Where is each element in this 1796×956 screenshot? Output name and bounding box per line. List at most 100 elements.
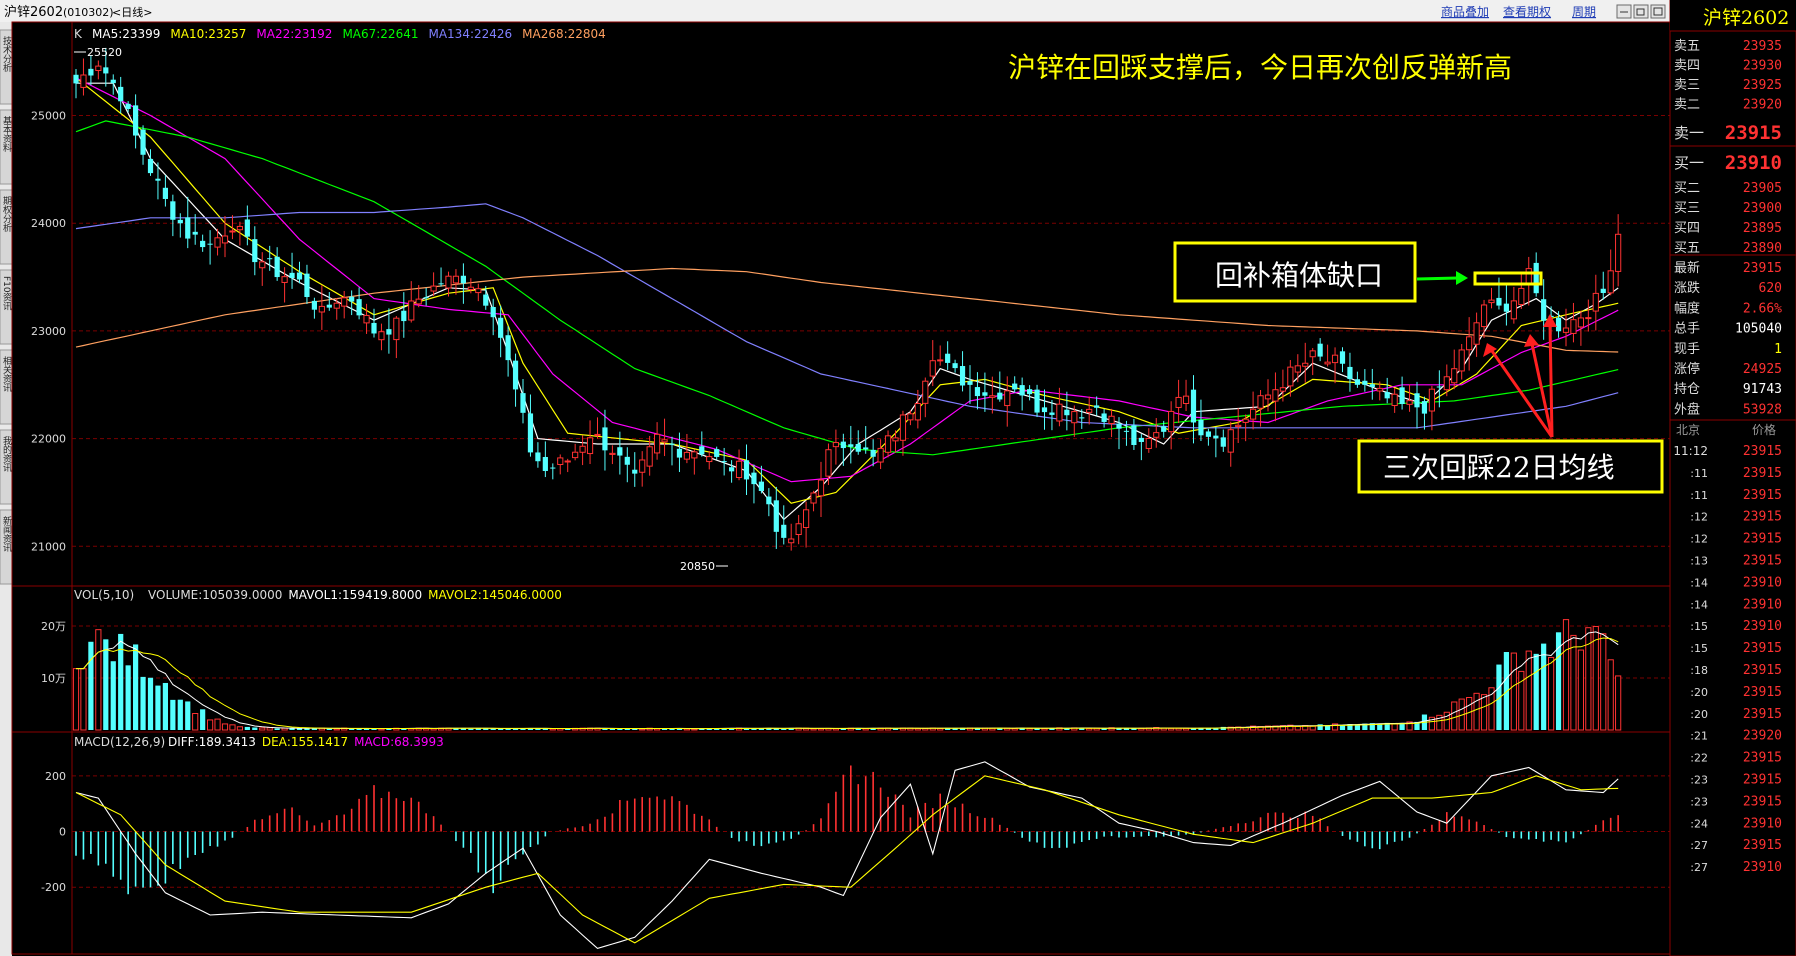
tick-price: 23910 bbox=[1743, 597, 1782, 612]
volume-legend-name: VOLUME bbox=[148, 588, 198, 602]
candle-body bbox=[147, 158, 154, 174]
candle-body bbox=[1496, 297, 1502, 306]
left-tab-label[interactable]: 新闻资讯 bbox=[1, 515, 12, 553]
ask-price: 23925 bbox=[1743, 78, 1782, 93]
volume-bar bbox=[326, 728, 332, 730]
volume-bar bbox=[274, 728, 280, 730]
candle-body bbox=[1198, 419, 1204, 436]
left-tab-label[interactable]: 相关资讯 bbox=[1, 355, 12, 393]
candle-body bbox=[1347, 366, 1353, 380]
view-options-button[interactable]: 查看期权 bbox=[1503, 5, 1551, 19]
macd-legend-value: 155.1417 bbox=[291, 735, 348, 749]
left-tab-label[interactable]: 技术分析 bbox=[1, 35, 12, 73]
tick-price: 23910 bbox=[1743, 816, 1782, 831]
ticks-price-header: 价格 bbox=[1752, 422, 1776, 437]
candle-body bbox=[505, 335, 511, 361]
tick-time: :20 bbox=[1690, 708, 1708, 721]
candle-body bbox=[907, 413, 914, 421]
candle-body bbox=[952, 363, 958, 369]
candle-body bbox=[773, 500, 779, 532]
left-tab-label[interactable]: 基本资料 bbox=[1, 115, 12, 153]
candle-body bbox=[1205, 431, 1211, 437]
candle-body bbox=[483, 294, 489, 306]
candle-body bbox=[267, 258, 273, 260]
maximize-icon[interactable] bbox=[1650, 4, 1666, 19]
candle-body bbox=[729, 467, 735, 472]
left-tab-label[interactable]: 期权分析 bbox=[1, 196, 12, 233]
tick-price: 23915 bbox=[1743, 751, 1782, 766]
candle-body bbox=[1309, 350, 1316, 358]
volume-bar bbox=[1451, 701, 1458, 731]
volume-bar bbox=[1533, 653, 1539, 730]
ask-price: 23930 bbox=[1743, 59, 1782, 74]
candle-body bbox=[743, 460, 750, 480]
candle-body bbox=[1294, 365, 1301, 373]
candle-body bbox=[1421, 401, 1428, 414]
legend-ma67-name: MA67 bbox=[342, 27, 376, 41]
candle-body bbox=[80, 74, 87, 88]
stat-value: 620 bbox=[1759, 281, 1782, 296]
candle-body bbox=[1592, 292, 1599, 312]
candle-body bbox=[140, 129, 146, 155]
macd-legend-value: 189.3413 bbox=[199, 735, 256, 749]
candle-body bbox=[192, 231, 198, 235]
bid-label: 买二 bbox=[1674, 181, 1700, 196]
candle-body bbox=[281, 276, 288, 283]
left-tab-label[interactable]: F10资讯 bbox=[1, 276, 12, 312]
candle-body bbox=[542, 456, 548, 471]
candle-body bbox=[1034, 389, 1040, 413]
restore-icon[interactable] bbox=[1633, 4, 1649, 19]
candle-body bbox=[363, 314, 370, 324]
candle-body bbox=[452, 275, 460, 284]
volume-bar bbox=[236, 726, 244, 731]
overlay-commodity-button[interactable]: 商品叠加 bbox=[1441, 4, 1489, 19]
candle-body bbox=[1443, 376, 1450, 391]
volume-bar bbox=[1480, 694, 1488, 731]
candle-body bbox=[1324, 361, 1331, 365]
volume-bar bbox=[103, 639, 109, 730]
window-controls[interactable] bbox=[1616, 4, 1666, 19]
volume-bar bbox=[177, 699, 183, 730]
candle-body bbox=[594, 433, 601, 436]
candle-body bbox=[922, 380, 929, 404]
candle-body bbox=[892, 437, 899, 442]
tick-time: :23 bbox=[1690, 774, 1708, 787]
candle-body bbox=[863, 447, 869, 450]
candle-body bbox=[535, 452, 541, 462]
tick-time: :11 bbox=[1690, 467, 1708, 480]
tick-price: 23910 bbox=[1743, 860, 1782, 875]
bid-price: 23895 bbox=[1743, 221, 1782, 236]
candle-body bbox=[371, 322, 377, 334]
candle-body bbox=[1094, 405, 1100, 408]
candle-body bbox=[699, 446, 705, 455]
candle-body bbox=[1019, 385, 1025, 396]
candle-body bbox=[914, 403, 921, 421]
candle-body bbox=[691, 451, 698, 459]
volume-legend-value: 105039.0000 bbox=[202, 588, 282, 602]
tick-time: :14 bbox=[1690, 576, 1708, 589]
candle-body bbox=[1064, 409, 1070, 416]
candle-body bbox=[356, 299, 362, 316]
candle-body bbox=[1041, 407, 1048, 413]
volume-bar bbox=[1339, 725, 1346, 730]
candle-body bbox=[1101, 413, 1107, 422]
candle-body bbox=[1399, 387, 1405, 404]
candle-body bbox=[185, 217, 191, 239]
legend-ma268-name: MA268 bbox=[522, 27, 563, 41]
candle-body bbox=[1600, 288, 1606, 293]
candle-body bbox=[1027, 389, 1033, 395]
legend-ma134-name: MA134 bbox=[428, 27, 469, 41]
candle-body bbox=[1056, 403, 1063, 422]
volume-bar bbox=[781, 728, 787, 730]
volume-bar bbox=[1391, 723, 1398, 731]
candle-body bbox=[714, 449, 720, 457]
volume-bar bbox=[72, 668, 80, 731]
left-tab-label[interactable]: 我的资讯 bbox=[1, 436, 12, 473]
tick-price: 23920 bbox=[1743, 729, 1782, 744]
candle-body bbox=[95, 65, 102, 72]
bid-label: 买一 bbox=[1674, 154, 1704, 172]
legend-ma134-value: 22426 bbox=[474, 27, 512, 41]
candle-body bbox=[490, 306, 496, 318]
period-button[interactable]: 周期 bbox=[1572, 5, 1596, 19]
ticks-time-header: 北京 bbox=[1676, 423, 1700, 437]
